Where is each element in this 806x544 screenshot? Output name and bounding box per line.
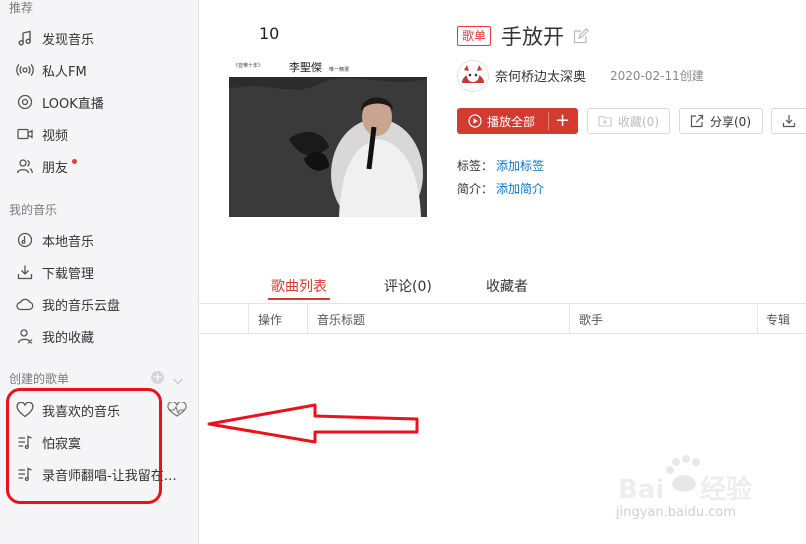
collect-label: 收藏(0) <box>618 114 659 129</box>
share-label: 分享(0) <box>710 114 751 129</box>
divider <box>548 112 549 130</box>
play-all-button[interactable]: 播放全部 + <box>457 108 578 134</box>
watermark-text: jingyan.baidu.com <box>616 505 736 520</box>
section-title-created-playlists: 创建的歌单 <box>9 372 70 386</box>
music-note-icon <box>16 29 34 47</box>
tab-song-list[interactable]: 歌曲列表 <box>271 276 327 296</box>
radio-icon <box>16 61 34 79</box>
tab-comments[interactable]: 评论(0) <box>384 276 432 296</box>
column-header-actions[interactable]: 操作 <box>258 311 282 328</box>
friends-icon <box>16 157 34 175</box>
sidebar-item-downloads[interactable]: 下载管理 <box>0 256 198 288</box>
column-header-title[interactable]: 音乐标题 <box>317 311 365 328</box>
sidebar-item-local-music[interactable]: 本地音乐 <box>0 224 198 256</box>
download-all-button[interactable] <box>771 108 806 134</box>
song-table-header: 操作 音乐标题 歌手 专辑 <box>199 303 806 334</box>
section-title-recommend: 推荐 <box>9 1 34 15</box>
chevron-down-icon[interactable] <box>172 371 184 390</box>
sidebar-item-collection[interactable]: 我的收藏 <box>0 320 198 352</box>
svg-text:Bai: Bai <box>618 475 664 504</box>
collect-button[interactable]: 收藏(0) <box>587 108 670 134</box>
share-icon <box>690 114 704 128</box>
heartbeat-mode-icon[interactable] <box>166 401 188 422</box>
local-music-icon <box>16 231 34 249</box>
creator-name[interactable]: 奈何桥边太深奥 <box>495 66 586 85</box>
share-button[interactable]: 分享(0) <box>679 108 763 134</box>
add-to-queue-icon[interactable]: + <box>555 109 570 133</box>
sidebar-item-label: 视频 <box>42 128 69 144</box>
cover-artist: 李聖傑 <box>289 60 322 74</box>
tags-label: 标签： <box>457 159 494 173</box>
notification-dot <box>72 158 78 164</box>
download-icon <box>16 263 34 281</box>
collection-icon <box>16 327 34 345</box>
baidu-watermark-logo: Bai 经验 <box>604 454 784 508</box>
column-divider <box>757 304 758 333</box>
column-divider <box>248 304 249 333</box>
sidebar-item-label: LOOK直播 <box>42 96 104 112</box>
play-icon <box>468 114 482 128</box>
folder-plus-icon <box>598 115 612 127</box>
sidebar-item-friends[interactable]: 朋友 <box>0 150 198 182</box>
intro-label: 简介： <box>457 182 494 196</box>
live-icon <box>16 93 34 111</box>
sidebar-item-discover[interactable]: 发现音乐 <box>0 22 198 54</box>
playlist-title: 手放开 <box>501 25 564 49</box>
sidebar-item-fm[interactable]: 私人FM <box>0 54 198 86</box>
download-icon <box>782 114 796 128</box>
sidebar-item-label: 私人FM <box>42 64 87 80</box>
sidebar-item-label: 我的音乐云盘 <box>42 298 121 314</box>
edit-icon[interactable] <box>573 27 590 48</box>
sidebar-item-label: 发现音乐 <box>42 32 95 48</box>
column-header-album[interactable]: 专辑 <box>766 311 790 328</box>
active-tab-indicator <box>268 298 330 300</box>
column-divider <box>569 304 570 333</box>
column-header-artist[interactable]: 歌手 <box>579 311 603 328</box>
cover-number: 10 <box>259 24 279 43</box>
sidebar-item-video[interactable]: 视频 <box>0 118 198 150</box>
play-all-label: 播放全部 <box>487 114 536 129</box>
playlist-cover[interactable]: 10 李聖傑 《音樂十年》 唯一精選 <box>229 19 427 217</box>
playlist-badge: 歌单 <box>457 26 492 46</box>
add-tags-link[interactable]: 添加标签 <box>496 157 544 174</box>
svg-text:经验: 经验 <box>700 474 752 504</box>
annotation-arrow <box>205 402 421 448</box>
sidebar-item-label: 下载管理 <box>42 266 95 282</box>
sidebar-item-label: 朋友 <box>42 160 69 176</box>
sidebar-item-label: 本地音乐 <box>42 234 95 250</box>
annotation-highlight-box <box>6 388 162 504</box>
column-divider <box>307 304 308 333</box>
tab-collectors[interactable]: 收藏者 <box>486 276 528 296</box>
section-title-my-music: 我的音乐 <box>9 203 58 217</box>
cover-subtitle: 《音樂十年》 <box>233 62 263 69</box>
add-playlist-icon[interactable]: + <box>151 371 164 384</box>
creator-avatar[interactable] <box>457 60 489 92</box>
add-intro-link[interactable]: 添加简介 <box>496 180 544 197</box>
cloud-icon <box>16 295 34 313</box>
cover-suffix: 唯一精選 <box>329 66 349 73</box>
sidebar-item-label: 我的收藏 <box>42 330 95 346</box>
video-icon <box>16 125 34 143</box>
sidebar-item-cloud-disk[interactable]: 我的音乐云盘 <box>0 288 198 320</box>
sidebar-item-look-live[interactable]: LOOK直播 <box>0 86 198 118</box>
created-date: 2020-02-11创建 <box>610 69 704 83</box>
